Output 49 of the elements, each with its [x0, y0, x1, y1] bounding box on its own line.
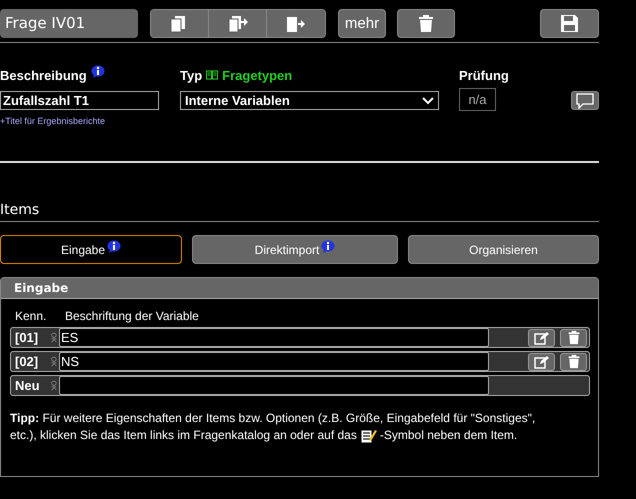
tip-text: -Symbol neben dem Item.	[380, 427, 518, 444]
delete-button[interactable]	[560, 352, 587, 370]
item-id: [02]	[14, 354, 40, 369]
save-icon	[560, 14, 579, 33]
panel-header: Eingabe	[1, 278, 598, 299]
more-button[interactable]: mehr	[338, 9, 386, 38]
item-id: [01]	[14, 330, 40, 345]
tip-text: etc.), klicken Sie das Item links im Fragenkatalog an oder auf das	[10, 427, 357, 444]
caret-icon	[422, 96, 434, 104]
comment-button[interactable]	[571, 91, 599, 110]
delete-button[interactable]	[397, 9, 455, 38]
delete-button[interactable]	[560, 328, 587, 346]
title-link[interactable]: +Titel für Ergebnisberichte	[0, 116, 180, 126]
label-field[interactable]: NS	[59, 352, 489, 371]
trash-icon	[417, 14, 435, 33]
field-label: Typ	[180, 68, 202, 83]
field-label: Beschreibung	[0, 68, 87, 83]
tab[interactable]: Eingabe	[0, 235, 182, 264]
check-field[interactable]: n/a	[459, 88, 496, 111]
book-icon	[206, 70, 218, 80]
column-header: Kenn.	[14, 309, 48, 325]
type-dropdown[interactable]: Interne Variablen	[180, 91, 439, 110]
description-field[interactable]: Zufallszahl T1	[0, 91, 159, 110]
field-label: Prüfung	[459, 68, 510, 85]
trash-icon	[566, 330, 580, 345]
item-id: Neu	[14, 378, 41, 393]
toolbar-button[interactable]	[209, 10, 267, 37]
save-button[interactable]	[540, 9, 599, 38]
section-title: Items	[0, 202, 40, 220]
tip-text: Tipp: Für weitere Eigenschaften der Items bzw. Optionen (z.B. Größe, Eingabefeld für "Sonstiges",	[10, 410, 536, 427]
toolbar-button[interactable]	[151, 10, 209, 37]
tab[interactable]: Direktimport	[192, 235, 398, 264]
question-title: Frage IV01	[0, 9, 138, 38]
question-types-link[interactable]: Fragetypen	[222, 68, 292, 83]
edit-button[interactable]	[528, 352, 555, 370]
edit-icon	[534, 354, 550, 368]
info-icon	[90, 65, 105, 79]
note-pencil-icon	[360, 428, 377, 444]
page-arrow-icon	[286, 14, 306, 32]
tab[interactable]: Organisieren	[408, 235, 599, 264]
edit-icon	[534, 330, 550, 344]
label-field[interactable]	[59, 376, 489, 395]
label-field[interactable]: ES	[59, 328, 489, 347]
column-header: Beschriftung der Variable	[65, 309, 199, 325]
speech-bubble-icon	[576, 92, 594, 108]
edit-button[interactable]	[528, 328, 555, 346]
toolbar-button[interactable]	[267, 10, 325, 37]
copy-arrow-icon	[228, 14, 248, 32]
trash-icon	[566, 354, 580, 369]
